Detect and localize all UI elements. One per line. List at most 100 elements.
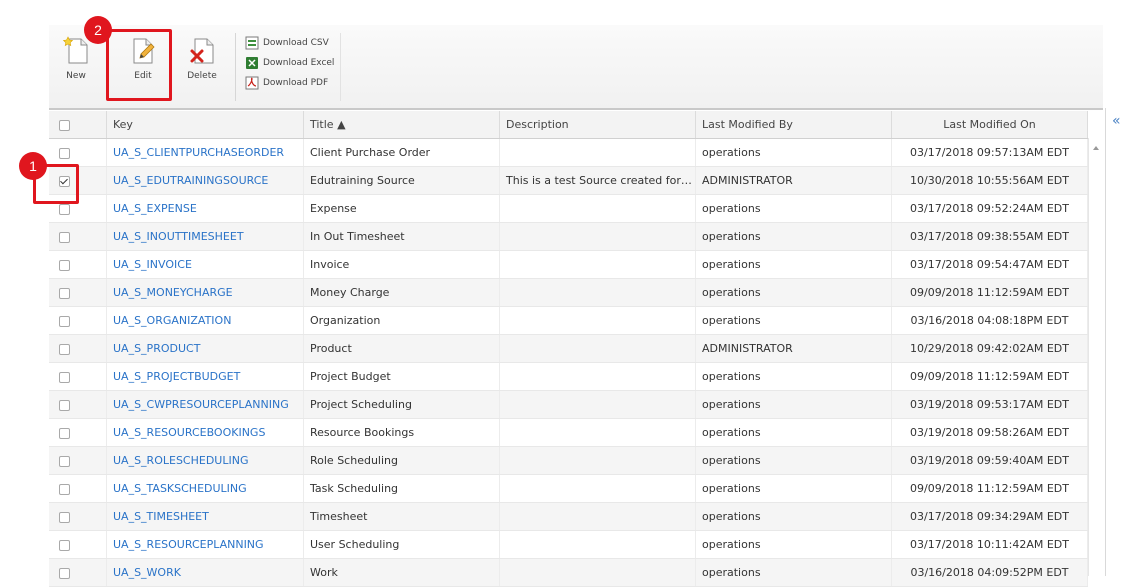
row-checkbox[interactable] xyxy=(59,512,70,523)
column-header-modified-on[interactable]: Last Modified On xyxy=(892,111,1088,138)
table-row[interactable]: UA_S_ORGANIZATION Organization operation… xyxy=(49,307,1088,335)
row-checkbox[interactable] xyxy=(59,400,70,411)
description-cell xyxy=(500,335,696,362)
modified-by-cell: operations xyxy=(696,195,892,222)
modified-on-cell: 03/19/2018 09:58:26AM EDT xyxy=(892,419,1088,446)
table-row[interactable]: UA_S_RESOURCEBOOKINGS Resource Bookings … xyxy=(49,419,1088,447)
description-cell xyxy=(500,475,696,502)
description-cell xyxy=(500,503,696,530)
key-cell: UA_S_PRODUCT xyxy=(107,335,304,362)
key-link[interactable]: UA_S_WORK xyxy=(113,566,181,579)
row-checkbox[interactable] xyxy=(59,540,70,551)
key-cell: UA_S_RESOURCEBOOKINGS xyxy=(107,419,304,446)
modified-on-cell: 10/30/2018 10:55:56AM EDT xyxy=(892,167,1088,194)
row-checkbox[interactable] xyxy=(59,344,70,355)
key-link[interactable]: UA_S_RESOURCEPLANNING xyxy=(113,538,264,551)
download-excel-label: Download Excel xyxy=(263,58,335,68)
table-row[interactable]: UA_S_MONEYCHARGE Money Charge operations… xyxy=(49,279,1088,307)
modified-by-cell: operations xyxy=(696,307,892,334)
key-cell: UA_S_MONEYCHARGE xyxy=(107,279,304,306)
row-checkbox[interactable] xyxy=(59,372,70,383)
vertical-scrollbar[interactable] xyxy=(1088,138,1105,576)
modified-by-cell: operations xyxy=(696,279,892,306)
modified-by-cell: operations xyxy=(696,447,892,474)
key-link[interactable]: UA_S_PRODUCT xyxy=(113,342,200,355)
description-cell xyxy=(500,139,696,166)
toolbar-divider-end xyxy=(340,33,341,101)
modified-by-cell: operations xyxy=(696,363,892,390)
table-row[interactable]: UA_S_ROLESCHEDULING Role Scheduling oper… xyxy=(49,447,1088,475)
toolbar: New Edit Delete Download CSV Download Ex… xyxy=(49,25,1103,110)
key-link[interactable]: UA_S_CWPRESOURCEPLANNING xyxy=(113,398,289,411)
title-cell: Task Scheduling xyxy=(304,475,500,502)
key-link[interactable]: UA_S_TASKSCHEDULING xyxy=(113,482,247,495)
key-cell: UA_S_INOUTTIMESHEET xyxy=(107,223,304,250)
column-header-title[interactable]: Title ▲ xyxy=(304,111,500,138)
key-link[interactable]: UA_S_INVOICE xyxy=(113,258,192,271)
key-link[interactable]: UA_S_TIMESHEET xyxy=(113,510,209,523)
key-link[interactable]: UA_S_CLIENTPURCHASEORDER xyxy=(113,146,284,159)
row-select-cell xyxy=(49,531,107,558)
row-checkbox[interactable] xyxy=(59,204,70,215)
modified-by-cell: operations xyxy=(696,251,892,278)
row-checkbox[interactable] xyxy=(59,484,70,495)
modified-on-cell: 03/17/2018 09:38:55AM EDT xyxy=(892,223,1088,250)
table-row[interactable]: UA_S_INOUTTIMESHEET In Out Timesheet ope… xyxy=(49,223,1088,251)
select-all-cell xyxy=(49,111,107,138)
table-row[interactable]: UA_S_PROJECTBUDGET Project Budget operat… xyxy=(49,363,1088,391)
title-cell: Role Scheduling xyxy=(304,447,500,474)
description-cell xyxy=(500,223,696,250)
title-cell: Product xyxy=(304,335,500,362)
key-cell: UA_S_PROJECTBUDGET xyxy=(107,363,304,390)
step-1-badge: 1 xyxy=(19,152,47,180)
key-link[interactable]: UA_S_EDUTRAININGSOURCE xyxy=(113,174,268,187)
key-link[interactable]: UA_S_RESOURCEBOOKINGS xyxy=(113,426,265,439)
description-cell xyxy=(500,531,696,558)
table-row[interactable]: UA_S_EDUTRAININGSOURCE Edutraining Sourc… xyxy=(49,167,1088,195)
description-cell xyxy=(500,559,696,586)
delete-button[interactable]: Delete xyxy=(177,35,227,81)
row-checkbox[interactable] xyxy=(59,568,70,579)
modified-on-cell: 09/09/2018 11:12:59AM EDT xyxy=(892,363,1088,390)
key-link[interactable]: UA_S_MONEYCHARGE xyxy=(113,286,233,299)
table-row[interactable]: UA_S_CLIENTPURCHASEORDER Client Purchase… xyxy=(49,139,1088,167)
key-link[interactable]: UA_S_EXPENSE xyxy=(113,202,197,215)
scroll-up-arrow-icon[interactable] xyxy=(1093,146,1099,150)
table-row[interactable]: UA_S_EXPENSE Expense operations 03/17/20… xyxy=(49,195,1088,223)
key-link[interactable]: UA_S_ORGANIZATION xyxy=(113,314,231,327)
download-pdf-link[interactable]: Download PDF xyxy=(245,75,328,91)
table-row[interactable]: UA_S_PRODUCT Product ADMINISTRATOR 10/29… xyxy=(49,335,1088,363)
description-cell xyxy=(500,419,696,446)
row-checkbox[interactable] xyxy=(59,316,70,327)
download-excel-link[interactable]: Download Excel xyxy=(245,55,334,71)
collapse-panel-icon[interactable]: « xyxy=(1112,114,1121,128)
table-row[interactable]: UA_S_TASKSCHEDULING Task Scheduling oper… xyxy=(49,475,1088,503)
table-row[interactable]: UA_S_WORK Work operations 03/16/2018 04:… xyxy=(49,559,1088,587)
row-checkbox[interactable] xyxy=(59,456,70,467)
row-checkbox[interactable] xyxy=(59,260,70,271)
table-row[interactable]: UA_S_RESOURCEPLANNING User Scheduling op… xyxy=(49,531,1088,559)
column-header-key[interactable]: Key xyxy=(107,111,304,138)
row-checkbox[interactable] xyxy=(59,428,70,439)
table-row[interactable]: UA_S_TIMESHEET Timesheet operations 03/1… xyxy=(49,503,1088,531)
modified-on-cell: 03/16/2018 04:08:18PM EDT xyxy=(892,307,1088,334)
row-checkbox[interactable] xyxy=(59,148,70,159)
modified-by-cell: operations xyxy=(696,503,892,530)
title-cell: Client Purchase Order xyxy=(304,139,500,166)
modified-by-cell: operations xyxy=(696,419,892,446)
column-header-description[interactable]: Description xyxy=(500,111,696,138)
table-row[interactable]: UA_S_INVOICE Invoice operations 03/17/20… xyxy=(49,251,1088,279)
row-checkbox[interactable] xyxy=(59,288,70,299)
table-header-row: Key Title ▲ Description Last Modified By… xyxy=(49,111,1088,139)
table-row[interactable]: UA_S_CWPRESOURCEPLANNING Project Schedul… xyxy=(49,391,1088,419)
title-cell: Invoice xyxy=(304,251,500,278)
row-select-cell xyxy=(49,559,107,586)
select-all-checkbox[interactable] xyxy=(59,120,70,131)
key-link[interactable]: UA_S_INOUTTIMESHEET xyxy=(113,230,244,243)
column-header-modified-by[interactable]: Last Modified By xyxy=(696,111,892,138)
delete-document-icon xyxy=(190,38,214,64)
key-link[interactable]: UA_S_ROLESCHEDULING xyxy=(113,454,248,467)
download-csv-link[interactable]: Download CSV xyxy=(245,35,329,51)
key-link[interactable]: UA_S_PROJECTBUDGET xyxy=(113,370,240,383)
row-checkbox[interactable] xyxy=(59,232,70,243)
